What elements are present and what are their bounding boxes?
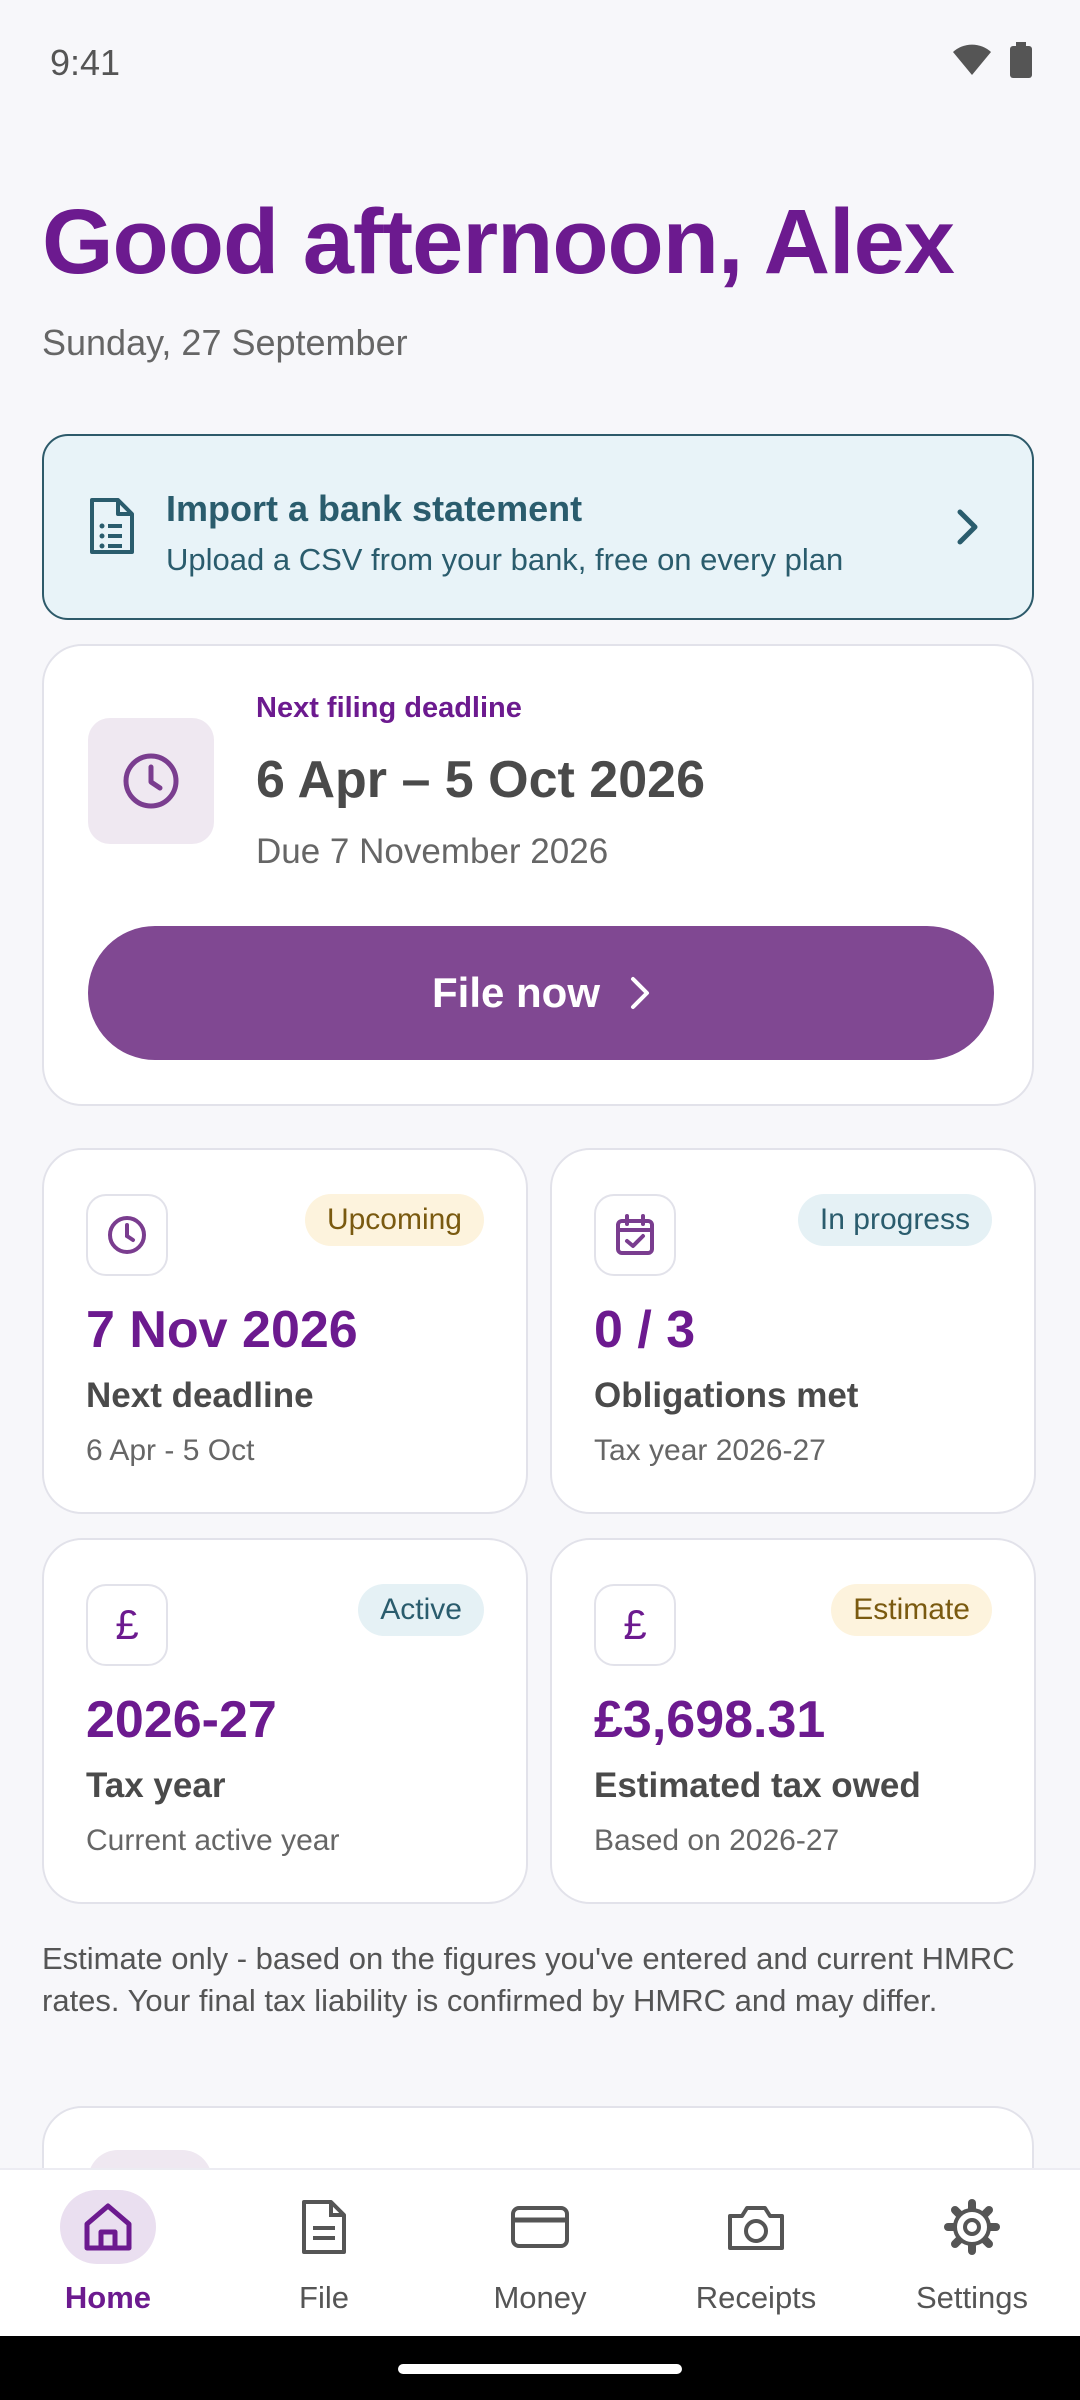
battery-icon bbox=[1010, 42, 1032, 78]
import-bank-statement-card[interactable]: Import a bank statement Upload a CSV fro… bbox=[42, 434, 1034, 620]
estimated-tax-tile[interactable]: £ Estimate £3,698.31 Estimated tax owed … bbox=[550, 1538, 1036, 1904]
deadline-due-date: Due 7 November 2026 bbox=[256, 832, 609, 871]
clock-icon bbox=[86, 1194, 168, 1276]
tile-label: Tax year bbox=[86, 1766, 226, 1805]
card-icon bbox=[492, 2190, 588, 2264]
nav-label: Home bbox=[64, 2280, 152, 2315]
nav-settings[interactable]: Settings bbox=[864, 2170, 1080, 2338]
status-badge: Estimate bbox=[831, 1584, 992, 1636]
nav-label: Money bbox=[493, 2280, 587, 2315]
gear-icon bbox=[924, 2190, 1020, 2264]
tile-value: £3,698.31 bbox=[594, 1691, 826, 1749]
import-card-title: Import a bank statement bbox=[166, 488, 583, 529]
nav-file[interactable]: File bbox=[216, 2170, 432, 2338]
clock-icon-box bbox=[88, 718, 214, 844]
tile-label: Next deadline bbox=[86, 1376, 314, 1415]
tile-value: 0 / 3 bbox=[594, 1301, 696, 1359]
file-now-label: File now bbox=[432, 969, 600, 1016]
status-badge: In progress bbox=[797, 1194, 992, 1246]
tile-value: 2026-27 bbox=[86, 1691, 277, 1749]
tile-subtext: Tax year 2026-27 bbox=[594, 1434, 826, 1467]
chevron-right-icon bbox=[631, 977, 649, 1009]
tile-subtext: 6 Apr - 5 Oct bbox=[86, 1434, 255, 1467]
clock-icon bbox=[123, 753, 179, 809]
system-gesture-bar bbox=[0, 2336, 1080, 2400]
import-card-subtitle: Upload a CSV from your bank, free on eve… bbox=[166, 542, 844, 577]
file-now-button[interactable]: File now bbox=[88, 926, 994, 1060]
status-badge: Active bbox=[358, 1584, 484, 1636]
chevron-right-icon bbox=[957, 509, 978, 545]
deadline-label: Next filing deadline bbox=[256, 692, 522, 724]
tax-year-tile[interactable]: £ Active 2026-27 Tax year Current active… bbox=[42, 1538, 528, 1904]
deadline-period: 6 Apr – 5 Oct 2026 bbox=[256, 751, 705, 809]
document-icon bbox=[276, 2190, 372, 2264]
status-icons bbox=[952, 42, 1032, 78]
tile-value: 7 Nov 2026 bbox=[86, 1301, 358, 1359]
calendar-check-icon bbox=[594, 1194, 676, 1276]
status-badge: Upcoming bbox=[304, 1194, 484, 1246]
nav-label: File bbox=[299, 2280, 349, 2315]
nav-home[interactable]: Home bbox=[0, 2170, 216, 2338]
wifi-icon bbox=[953, 44, 991, 75]
next-deadline-tile[interactable]: Upcoming 7 Nov 2026 Next deadline 6 Apr … bbox=[42, 1148, 528, 1514]
pound-icon: £ bbox=[594, 1584, 676, 1666]
next-filing-deadline-card: Next filing deadline 6 Apr – 5 Oct 2026 … bbox=[42, 644, 1034, 1106]
tile-subtext: Based on 2026-27 bbox=[594, 1824, 840, 1857]
bottom-navigation: Home File Money Receipts Settings bbox=[0, 2168, 1080, 2338]
tile-label: Estimated tax owed bbox=[594, 1766, 921, 1805]
home-icon bbox=[60, 2190, 156, 2264]
nav-receipts[interactable]: Receipts bbox=[648, 2170, 864, 2338]
tile-label: Obligations met bbox=[594, 1376, 859, 1415]
nav-money[interactable]: Money bbox=[432, 2170, 648, 2338]
status-time: 9:41 bbox=[50, 42, 121, 83]
camera-icon bbox=[708, 2190, 804, 2264]
greeting-title: Good afternoon, Alex bbox=[42, 191, 955, 293]
pound-icon: £ bbox=[86, 1584, 168, 1666]
status-bar: 9:41 bbox=[0, 0, 1080, 130]
document-list-icon bbox=[90, 498, 134, 554]
nav-label: Receipts bbox=[695, 2280, 817, 2315]
tile-subtext: Current active year bbox=[86, 1824, 340, 1857]
nav-label: Settings bbox=[915, 2280, 1028, 2315]
estimate-disclaimer: Estimate only - based on the figures you… bbox=[42, 1941, 1015, 2018]
home-indicator[interactable] bbox=[398, 2364, 682, 2374]
obligations-tile[interactable]: In progress 0 / 3 Obligations met Tax ye… bbox=[550, 1148, 1036, 1514]
current-date: Sunday, 27 September bbox=[42, 322, 408, 363]
